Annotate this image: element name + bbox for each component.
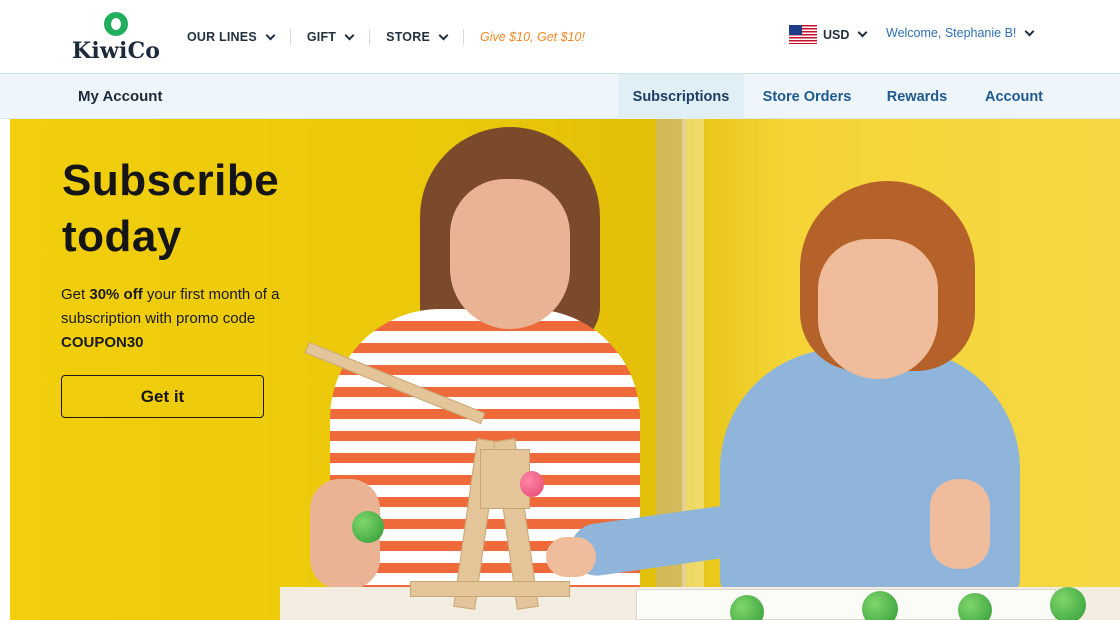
currency-selector[interactable]: USD: [789, 25, 868, 44]
currency-label: USD: [823, 27, 850, 42]
logo-text: KiwiCo: [72, 38, 161, 64]
hero-promo-code: COUPON30: [61, 334, 144, 351]
hero-title-line1: Subscribe: [62, 156, 280, 205]
hero-photo-instruction-sheet: [636, 589, 1056, 620]
chevron-down-icon: [344, 30, 355, 40]
chevron-down-icon: [857, 27, 868, 38]
nav-our-lines[interactable]: OUR LINES: [183, 30, 278, 44]
chevron-down-icon: [1024, 26, 1035, 36]
hero-photo-boy-face: [818, 239, 938, 379]
hero-photo-green-ball: [958, 593, 992, 620]
nav-divider: [463, 29, 464, 45]
hero-photo-green-ball: [352, 511, 384, 543]
referral-promo-link[interactable]: Give $10, Get $10!: [476, 30, 589, 44]
hero-photo-boy-hand: [546, 537, 596, 577]
catapult-base: [410, 581, 570, 597]
us-flag-icon: [789, 25, 817, 44]
hero-photo-pink-ball: [520, 471, 544, 497]
nav-divider: [369, 29, 371, 45]
my-account-title: My Account: [78, 88, 163, 105]
tab-account[interactable]: Account: [964, 74, 1064, 119]
hero-photo-green-ball: [1050, 587, 1086, 620]
hero-title: Subscribe today: [62, 153, 362, 265]
nav-store-label: STORE: [386, 30, 430, 44]
nav-store[interactable]: STORE: [382, 30, 451, 44]
hero-photo-boy-hand-raised: [930, 479, 990, 569]
get-it-button[interactable]: Get it: [61, 375, 264, 418]
nav-gift[interactable]: GIFT: [303, 30, 357, 44]
top-header: KiwiCo OUR LINES GIFT STORE Give $10, Ge…: [0, 0, 1120, 74]
main-nav: OUR LINES GIFT STORE Give $10, Get $10!: [183, 26, 589, 48]
nav-divider: [289, 29, 291, 45]
tab-store-orders[interactable]: Store Orders: [744, 74, 870, 119]
nav-gift-label: GIFT: [306, 30, 337, 44]
kiwi-logo-icon: [104, 12, 128, 36]
welcome-text: Welcome, Stephanie B!: [886, 26, 1017, 40]
hero-photo-green-ball: [862, 591, 898, 620]
chevron-down-icon: [265, 30, 276, 40]
hero-offer-prefix: Get: [61, 286, 86, 303]
hero-offer-text: Get 30% off your first month of a subscr…: [61, 283, 331, 355]
hero-offer-discount: 30% off: [89, 286, 143, 303]
account-menu[interactable]: Welcome, Stephanie B!: [886, 26, 1035, 40]
hero-title-line2: today: [62, 212, 182, 261]
nav-our-lines-label: OUR LINES: [187, 30, 257, 44]
account-tabs: Subscriptions Store Orders Rewards Accou…: [618, 74, 1064, 119]
kiwico-logo[interactable]: KiwiCo: [72, 12, 164, 66]
subscribe-hero-banner: Subscribe today Get 30% off your first m…: [10, 119, 1120, 620]
account-subnav: My Account Subscriptions Store Orders Re…: [0, 74, 1120, 119]
chevron-down-icon: [438, 30, 449, 40]
tab-rewards[interactable]: Rewards: [870, 74, 964, 119]
tab-subscriptions[interactable]: Subscriptions: [618, 74, 744, 119]
hero-photo-girl-face: [450, 179, 570, 329]
